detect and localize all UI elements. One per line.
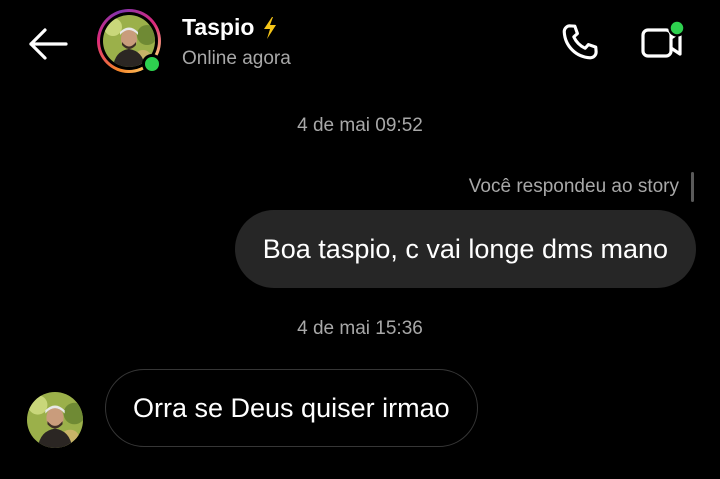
contact-avatar[interactable]	[97, 9, 162, 74]
audio-call-button[interactable]	[556, 20, 604, 64]
video-call-button[interactable]	[636, 16, 690, 64]
contact-name-label: Taspio	[182, 14, 255, 40]
video-camera-icon	[641, 19, 686, 58]
date-separator: 4 de mai 09:52	[297, 115, 423, 136]
date-separator: 4 de mai 15:36	[297, 318, 423, 339]
outgoing-message-bubble[interactable]: Boa taspio, c vai longe dms mano	[234, 210, 696, 288]
incoming-message-bubble[interactable]: Orra se Deus quiser irmao	[105, 369, 478, 447]
back-button[interactable]	[26, 24, 70, 64]
story-reply-label: Você respondeu ao story	[468, 176, 679, 197]
lightning-bolt-icon	[264, 16, 277, 39]
sender-avatar[interactable]	[27, 392, 83, 448]
phone-icon	[562, 24, 598, 60]
online-indicator	[142, 54, 162, 74]
arrow-left-icon	[29, 28, 68, 60]
story-reply-bar	[691, 172, 694, 202]
chat-screen: Taspio Online agora 4 de mai 09:52 Você …	[0, 0, 720, 479]
story-reply-context[interactable]: Você respondeu ao story	[469, 172, 694, 202]
contact-name[interactable]: Taspio	[182, 14, 278, 41]
online-status: Online agora	[182, 48, 291, 69]
